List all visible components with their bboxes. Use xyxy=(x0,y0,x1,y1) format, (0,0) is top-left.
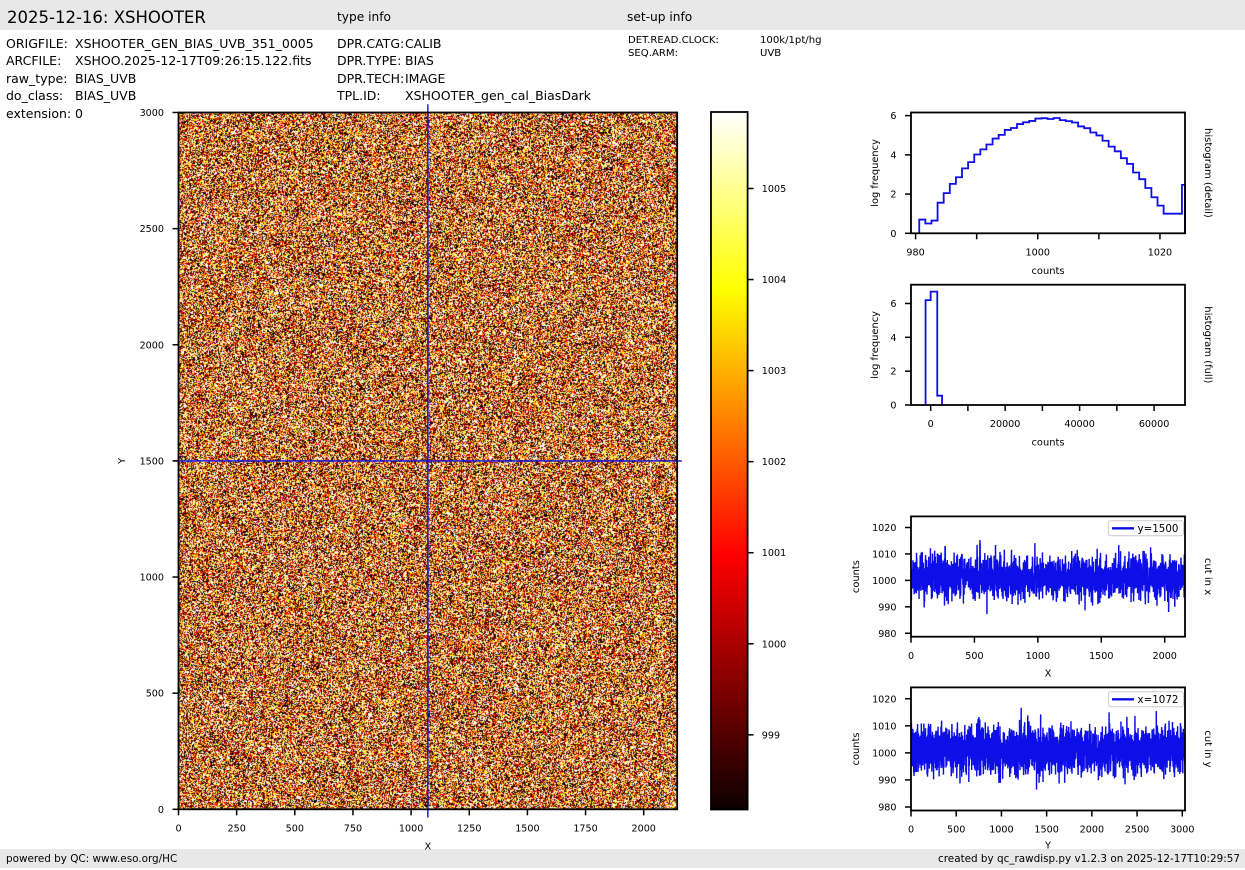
x-tick-label: 40000 xyxy=(1064,419,1095,430)
x-tick-label: 1500 xyxy=(1034,825,1058,836)
y-tick-label: 1020 xyxy=(872,694,896,705)
x-tick-label: 750 xyxy=(344,824,362,835)
y-tick-label: 1010 xyxy=(872,721,896,732)
x-tick-label: 2000 xyxy=(1080,825,1104,836)
x-axis-label-hist_full: counts xyxy=(1031,438,1064,449)
y-tick-label: 1000 xyxy=(872,576,896,587)
x-tick-label: 250 xyxy=(227,824,245,835)
y-tick-label: 6 xyxy=(890,299,896,310)
x-tick-label: 1500 xyxy=(1089,651,1113,662)
y-tick-label: 2500 xyxy=(140,224,164,235)
x-tick-label: 20000 xyxy=(990,419,1021,430)
y-tick-label: 500 xyxy=(146,689,164,700)
x-tick-label: 1000 xyxy=(1026,651,1050,662)
hist-full-curve xyxy=(924,290,943,405)
y-tick-label: 990 xyxy=(878,775,896,786)
x-axis-label-hist_detail: counts xyxy=(1031,266,1064,277)
x-tick-label: 60000 xyxy=(1139,419,1170,430)
y-tick-label: 6 xyxy=(890,111,896,122)
colorbar-tick-label: 1003 xyxy=(762,366,786,377)
colorbar-frame xyxy=(710,111,749,811)
cut_y-trace xyxy=(910,707,1186,790)
axes-frame-hist_full xyxy=(910,283,1186,406)
x-tick-label: 980 xyxy=(906,248,924,259)
y-axis-label-hist_detail: log frequency xyxy=(870,139,881,207)
x-axis-label-cut_x: X xyxy=(1045,669,1052,680)
y-axis-label-cut_x: counts xyxy=(851,560,862,593)
y-tick-label: 1020 xyxy=(872,523,896,534)
x-tick-label: 1020 xyxy=(1148,248,1172,259)
x-tick-label: 0 xyxy=(928,419,934,430)
x-axis-label-raw_image: X xyxy=(424,841,431,852)
x-tick-label: 500 xyxy=(965,651,983,662)
y-tick-label: 2 xyxy=(890,367,896,378)
qc-rawdisp-page: 2025-12-16: XSHOOTER type info set-up in… xyxy=(0,0,1245,870)
footer-right-text: created by qc_rawdisp.py v1.2.3 on 2025-… xyxy=(938,853,1240,865)
y-tick-label: 980 xyxy=(878,802,896,813)
y-tick-label: 2000 xyxy=(140,340,164,351)
y-tick-label: 0 xyxy=(890,401,896,412)
y-tick-label: 980 xyxy=(878,629,896,640)
y-tick-label: 3000 xyxy=(140,108,164,119)
x-tick-label: 1000 xyxy=(989,825,1013,836)
y-axis-label-raw_image: Y xyxy=(117,457,128,465)
x-tick-label: 0 xyxy=(175,824,181,835)
x-tick-label: 0 xyxy=(908,651,914,662)
y-axis-label-cut_y: counts xyxy=(851,732,862,765)
y-tick-label: 0 xyxy=(890,229,896,240)
y-tick-label: 0 xyxy=(158,805,164,816)
y-tick-label: 1000 xyxy=(140,573,164,584)
right-axis-label-cut_y: cut in y xyxy=(1202,730,1213,767)
footer-left-text: powered by QC: www.eso.org/HC xyxy=(6,853,178,865)
cut_x-legend-label: y=1500 xyxy=(1138,523,1179,535)
x-tick-label: 1500 xyxy=(515,824,539,835)
colorbar-tick-label: 1001 xyxy=(762,548,786,559)
colorbar-tick-label: 1000 xyxy=(762,639,786,650)
x-tick-label: 500 xyxy=(286,824,304,835)
y-tick-label: 4 xyxy=(890,333,896,344)
right-axis-label-hist_detail: histogram (detail) xyxy=(1202,128,1213,218)
x-tick-label: 0 xyxy=(908,825,914,836)
x-tick-label: 2000 xyxy=(1152,651,1176,662)
x-tick-label: 1250 xyxy=(457,824,481,835)
x-axis-label-cut_y: Y xyxy=(1044,841,1052,852)
y-tick-label: 2 xyxy=(890,190,896,201)
y-axis-label-hist_full: log frequency xyxy=(870,311,881,379)
colorbar-tick-label: 999 xyxy=(762,730,780,741)
x-tick-label: 2500 xyxy=(1125,825,1149,836)
hist-detail-curve xyxy=(918,117,1186,234)
colorbar-tick-label: 1005 xyxy=(762,184,786,195)
y-tick-label: 1500 xyxy=(140,456,164,467)
y-tick-label: 4 xyxy=(890,150,896,161)
cut_y-legend-label: x=1072 xyxy=(1138,694,1179,706)
y-tick-label: 1000 xyxy=(872,748,896,759)
x-tick-label: 1000 xyxy=(399,824,423,835)
right-axis-label-cut_x: cut in x xyxy=(1202,558,1213,595)
x-tick-label: 500 xyxy=(947,825,965,836)
x-tick-label: 2000 xyxy=(631,824,655,835)
x-tick-label: 1000 xyxy=(1026,248,1050,259)
plots-overlay: 0 250 500 750 1000 1250 1500 1750 20000500100015… xyxy=(117,104,1213,852)
right-axis-label-hist_full: histogram (full) xyxy=(1202,306,1213,383)
axes-frame-hist_detail xyxy=(910,111,1186,235)
x-tick-label: 3000 xyxy=(1170,825,1194,836)
cut_x-trace xyxy=(910,539,1186,615)
y-tick-label: 990 xyxy=(878,602,896,613)
colorbar-tick-label: 1004 xyxy=(762,275,786,286)
y-tick-label: 1010 xyxy=(872,549,896,560)
x-tick-label: 1750 xyxy=(573,824,597,835)
colorbar-tick-label: 1002 xyxy=(762,457,786,468)
